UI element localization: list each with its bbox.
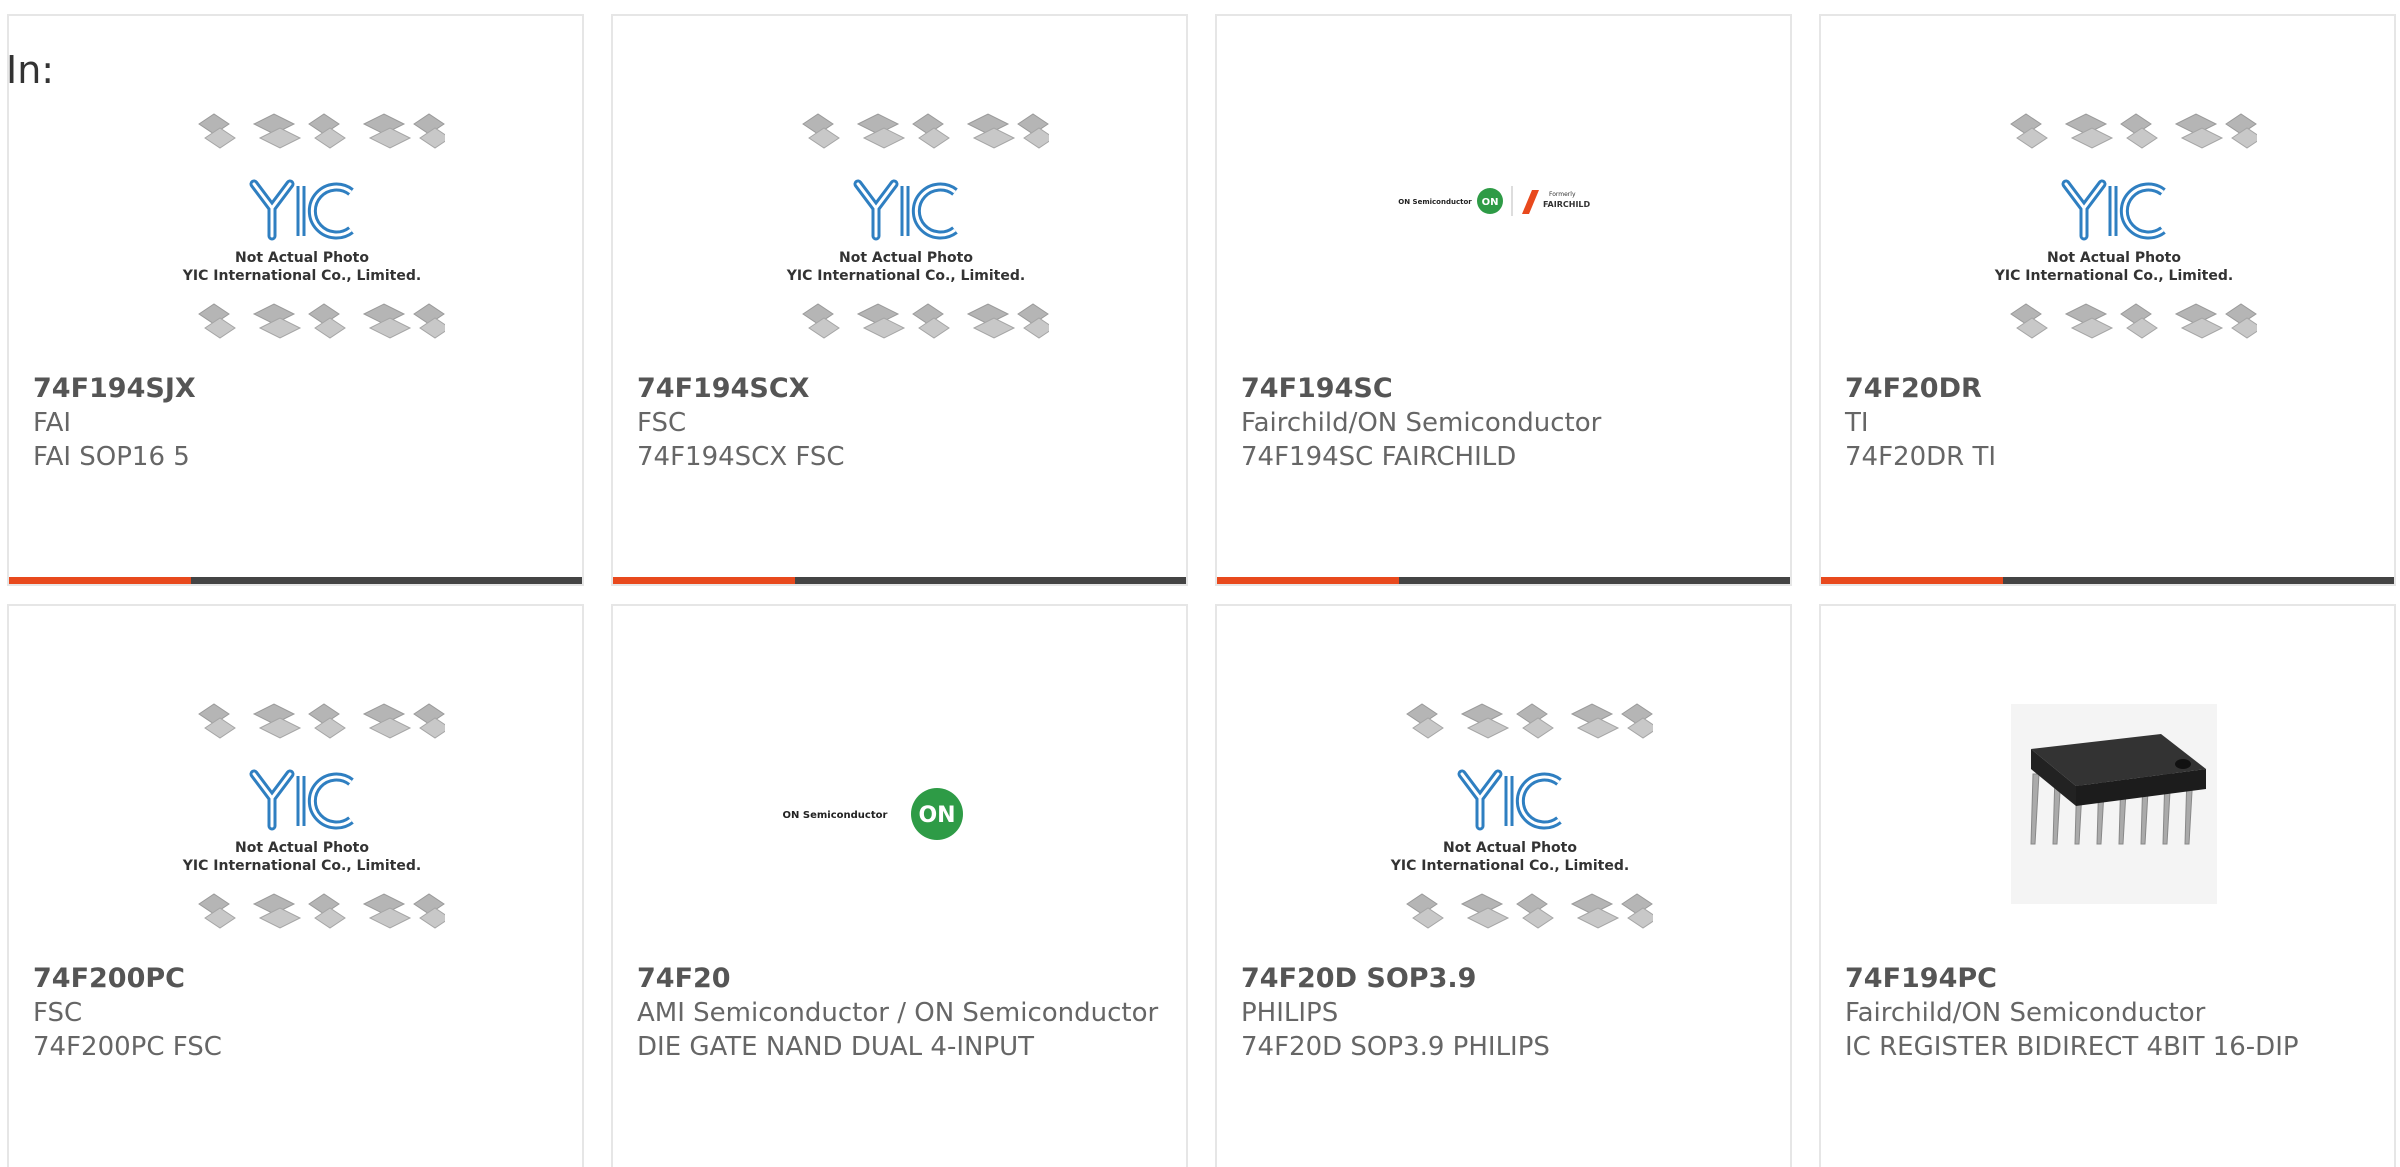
product-card[interactable]: ON Semiconductor ON Formerly FAIRCHILD 74F1… <box>1215 14 1792 586</box>
chip-icons-top <box>198 113 451 149</box>
formerly-text: Formerly <box>1549 191 1576 198</box>
product-results-page: In: Not Actual Photo YIC International Co… <box>0 0 2400 1167</box>
onsemi-fairchild-logo: ON Semiconductor ON Formerly FAIRCHILD <box>1398 186 1591 216</box>
card-bottom-bar <box>9 577 582 584</box>
product-description: IC REGISTER BIDIRECT 4BIT 16-DIP <box>1845 1032 2299 1062</box>
onsemi-logo: ON Semiconductor ON <box>783 788 963 840</box>
chip-icons-top <box>802 113 1055 149</box>
yic-placeholder-image: Not Actual Photo YIC International Co., L… <box>182 703 451 929</box>
product-image[interactable]: Not Actual Photo YIC International Co., L… <box>1367 694 1659 964</box>
product-image[interactable]: Not Actual Photo YIC International Co., L… <box>159 104 451 374</box>
placeholder-caption-1: Not Actual Photo <box>1443 840 1577 856</box>
product-image[interactable]: Not Actual Photo YIC International Co., L… <box>159 694 451 964</box>
part-number-link[interactable]: 74F20DR <box>1845 372 2370 406</box>
yic-logo <box>853 179 958 241</box>
chip-icons-bottom <box>198 893 451 929</box>
card-bottom-bar <box>613 577 1186 584</box>
product-description: 74F194SCX FSC <box>637 442 845 472</box>
yic-placeholder-image: Not Actual Photo YIC International Co., L… <box>182 113 451 339</box>
yic-placeholder-image: Not Actual Photo YIC International Co., L… <box>786 113 1055 339</box>
yic-logo <box>249 769 354 831</box>
card-bottom-bar <box>1821 577 2394 584</box>
on-semiconductor-text: ON Semiconductor <box>783 810 888 821</box>
on-mark-text: ON <box>918 803 955 828</box>
yic-logo <box>2061 179 2166 241</box>
fairchild-mark-icon <box>1522 190 1539 214</box>
part-number-link[interactable]: 74F194SC <box>1241 372 1766 406</box>
part-number-link[interactable]: 74F20D SOP3.9 <box>1241 962 1766 996</box>
yic-logo <box>1457 769 1562 831</box>
placeholder-caption-2: YIC International Co., Limited. <box>786 268 1025 284</box>
part-number-link[interactable]: 74F194SCX <box>637 372 1162 406</box>
on-mark-text: ON <box>1482 197 1499 208</box>
chip-icons-top <box>1406 703 1659 739</box>
yic-logo <box>249 179 354 241</box>
chip-icons-bottom <box>802 303 1055 339</box>
placeholder-caption-1: Not Actual Photo <box>839 250 973 266</box>
placeholder-caption-1: Not Actual Photo <box>2047 250 2181 266</box>
manufacturer-name: FAI <box>33 408 72 438</box>
manufacturer-name: FSC <box>637 408 687 438</box>
product-grid: Not Actual Photo YIC International Co., L… <box>0 0 2400 1167</box>
in-label: In: <box>6 48 55 92</box>
product-image[interactable]: ON Semiconductor ON Formerly FAIRCHILD <box>1367 104 1653 374</box>
yic-placeholder-image: Not Actual Photo YIC International Co., L… <box>1390 703 1659 929</box>
placeholder-caption-1: Not Actual Photo <box>235 840 369 856</box>
product-card[interactable]: Not Actual Photo YIC International Co., L… <box>1819 14 2396 586</box>
product-image[interactable]: ON Semiconductor ON <box>763 694 1049 964</box>
product-image[interactable] <box>1971 694 2257 964</box>
manufacturer-name: AMI Semiconductor / ON Semiconductor <box>637 998 1159 1028</box>
product-image[interactable]: Not Actual Photo YIC International Co., L… <box>763 104 1055 374</box>
part-number-link[interactable]: 74F194PC <box>1845 962 2370 996</box>
placeholder-caption-2: YIC International Co., Limited. <box>1390 858 1629 874</box>
manufacturer-name: Fairchild/ON Semiconductor <box>1241 408 1602 438</box>
product-card[interactable]: Not Actual Photo YIC International Co., L… <box>611 14 1188 586</box>
product-image[interactable]: Not Actual Photo YIC International Co., L… <box>1971 104 2263 374</box>
product-card[interactable]: Not Actual Photo YIC International Co., L… <box>1215 604 1792 1167</box>
placeholder-caption-2: YIC International Co., Limited. <box>182 858 421 874</box>
manufacturer-name: PHILIPS <box>1241 998 1339 1028</box>
chip-icons-bottom <box>198 303 451 339</box>
card-bottom-bar <box>1217 577 1790 584</box>
product-card[interactable]: Not Actual Photo YIC International Co., L… <box>7 604 584 1167</box>
chip-icons-bottom <box>1406 893 1659 929</box>
product-description: FAI SOP16 5 <box>33 442 190 472</box>
dip16-chip-photo <box>2011 704 2217 904</box>
product-card[interactable]: ON Semiconductor ON 74F20 AMI Semiconduct… <box>611 604 1188 1167</box>
yic-placeholder-image: Not Actual Photo YIC International Co., L… <box>1994 113 2263 339</box>
chip-icons-top <box>198 703 451 739</box>
part-number-link[interactable]: 74F194SJX <box>33 372 558 406</box>
product-description: 74F20DR TI <box>1845 442 1997 472</box>
manufacturer-name: FSC <box>33 998 83 1028</box>
product-description: 74F200PC FSC <box>33 1032 222 1062</box>
chip-icons-top <box>2010 113 2263 149</box>
placeholder-caption-2: YIC International Co., Limited. <box>1994 268 2233 284</box>
manufacturer-name: Fairchild/ON Semiconductor <box>1845 998 2206 1028</box>
product-card[interactable]: 74F194PC Fairchild/ON Semiconductor IC R… <box>1819 604 2396 1167</box>
product-description: DIE GATE NAND DUAL 4-INPUT <box>637 1032 1035 1062</box>
on-semiconductor-text: ON Semiconductor <box>1398 198 1472 206</box>
chip-icons-bottom <box>2010 303 2263 339</box>
placeholder-caption-2: YIC International Co., Limited. <box>182 268 421 284</box>
part-number-link[interactable]: 74F20 <box>637 962 1162 996</box>
product-description: 74F20D SOP3.9 PHILIPS <box>1241 1032 1550 1062</box>
placeholder-caption-1: Not Actual Photo <box>235 250 369 266</box>
part-number-link[interactable]: 74F200PC <box>33 962 558 996</box>
product-description: 74F194SC FAIRCHILD <box>1241 442 1517 472</box>
product-card[interactable]: Not Actual Photo YIC International Co., L… <box>7 14 584 586</box>
manufacturer-name: TI <box>1845 408 1869 438</box>
fairchild-text: FAIRCHILD <box>1543 200 1591 209</box>
